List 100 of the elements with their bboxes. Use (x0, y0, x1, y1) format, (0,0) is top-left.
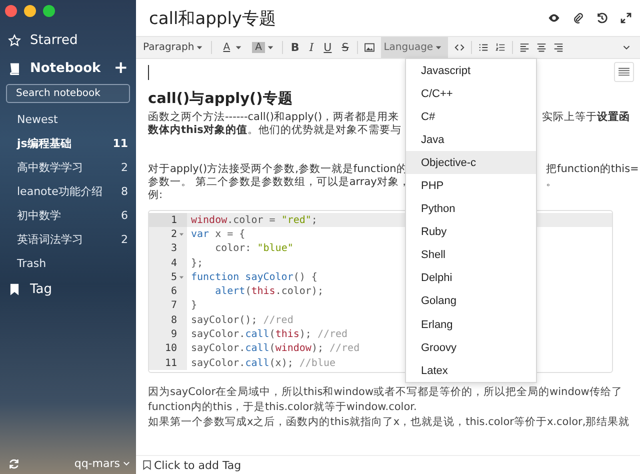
notebook-count: 2 (121, 160, 128, 174)
format-dropdown[interactable]: Paragraph (141, 37, 206, 58)
trash-link[interactable]: Trash (0, 251, 136, 275)
image-icon[interactable] (364, 42, 375, 53)
language-option[interactable]: C# (406, 105, 536, 128)
caret-icon (266, 44, 274, 51)
language-option[interactable]: Erlang (406, 313, 536, 336)
search-field[interactable]: Search notebook (6, 84, 130, 103)
paragraph-text: 。 (546, 176, 557, 189)
eye-icon[interactable] (548, 12, 560, 24)
minimize-button[interactable] (24, 5, 36, 17)
fullscreen-icon[interactable] (620, 12, 632, 24)
paragraph-text: 数体内this对象的值。他们的优势就是对象不需要与 (148, 124, 402, 137)
notebook-name: js编程基础 (17, 136, 72, 150)
language-option[interactable]: Latex (406, 359, 536, 382)
language-option[interactable]: Ruby (406, 220, 536, 244)
code-text: }; (190, 258, 204, 269)
notebook-count: 11 (112, 136, 128, 150)
code-text: window.color = "red"; (190, 214, 318, 226)
language-option[interactable]: Python (406, 198, 536, 221)
fold-icon[interactable] (178, 274, 184, 280)
maximize-button[interactable] (43, 5, 55, 17)
caret-icon (435, 44, 442, 51)
code-text: sayColor.call(this); //red (190, 329, 348, 340)
language-option[interactable]: Golang (406, 290, 536, 314)
notebook-count: 2 (121, 232, 128, 246)
align-right-icon[interactable] (553, 42, 564, 53)
notebook-name: 英语词法学习 (17, 232, 83, 246)
content-heading: call()与apply()专题 (148, 90, 293, 108)
paragraph-text: 把function的this= (546, 163, 639, 176)
language-option[interactable]: C/C++ (406, 82, 536, 106)
paragraph-text: 函数之两个方法------call()和apply()，两者都是用来 (148, 111, 400, 124)
notebook-name: 高中数学学习 (17, 160, 83, 174)
italic-button[interactable]: I (307, 37, 316, 58)
notebook-count: 6 (121, 208, 128, 222)
caret-icon (196, 44, 204, 51)
star-icon (8, 34, 21, 46)
numbered-list-icon[interactable] (495, 42, 506, 53)
note-title[interactable]: call和apply专题 (149, 6, 536, 30)
highlight-color-button[interactable]: A (250, 37, 276, 58)
paragraph-text: 例: (148, 189, 164, 202)
text-color-button[interactable]: A (218, 37, 244, 58)
code-icon[interactable] (454, 42, 466, 53)
code-text: var x = { (190, 228, 246, 240)
code-text: alert(this.color); (214, 286, 324, 298)
bullet-list-icon[interactable] (478, 42, 490, 53)
align-center-icon[interactable] (536, 42, 548, 53)
notebook-item[interactable]: 高中数学学习 2 (0, 155, 136, 179)
align-left-icon[interactable] (519, 42, 530, 53)
notebook-item[interactable]: js编程基础 11 (0, 131, 136, 155)
line-number: 9 (170, 329, 177, 340)
language-option[interactable]: Shell (406, 244, 536, 267)
paragraph-text: 实际上等于设置函 (542, 111, 630, 124)
line-number: 6 (170, 286, 177, 298)
caret-icon (235, 44, 242, 51)
line-number: 5 (170, 272, 177, 283)
paragraph-text: 参数一。 第二个参数是参数数组，可以是array对象， (148, 176, 406, 189)
notebook-name: 初中数学 (17, 208, 61, 222)
strikethrough-button[interactable]: S (340, 37, 351, 58)
code-text: sayColor.call(window); //red (190, 343, 360, 354)
line-number: 8 (170, 314, 177, 326)
notebook-item[interactable]: 初中数学 6 (0, 203, 136, 227)
caret-icon (123, 460, 130, 467)
line-number: 3 (170, 243, 177, 254)
language-option[interactable]: Groovy (406, 336, 536, 360)
line-number: 11 (164, 358, 177, 369)
history-icon[interactable] (596, 12, 608, 24)
language-option[interactable]: Javascript (406, 59, 536, 82)
code-text: sayColor.call(x); //blue (190, 358, 336, 369)
tag-icon (142, 460, 152, 470)
format-dropdown[interactable]: Language (380, 37, 448, 58)
paperclip-icon[interactable] (572, 12, 584, 24)
sync-icon[interactable] (8, 458, 20, 470)
menu-icon[interactable] (614, 62, 634, 82)
book-icon (8, 62, 21, 74)
code-text: function sayColor() { (190, 272, 318, 283)
code-text: sayColor(); //red (190, 314, 294, 326)
notebook-name: leanote功能介绍 (17, 184, 102, 198)
notebook-item[interactable]: leanote功能介绍 8 (0, 179, 136, 203)
line-number: 4 (170, 258, 177, 269)
notebook-count: 8 (121, 184, 128, 198)
language-option[interactable]: Java (406, 128, 536, 152)
notebook-heading[interactable]: Notebook (30, 60, 101, 76)
add-notebook-button[interactable]: + (114, 60, 128, 76)
bold-button[interactable]: B (288, 37, 302, 58)
user-menu[interactable]: qq-mars (74, 457, 130, 470)
language-option[interactable]: Delphi (406, 266, 536, 290)
code-text: color: "blue" (214, 243, 294, 254)
close-button[interactable] (5, 5, 17, 17)
paragraph-text: 因为sayColor在全局域中，所以this和window或者不写都是等价的，所以把全局的window传给了function内的this，于是this.color就等于window.color. (148, 385, 624, 416)
starred-link[interactable]: Starred (30, 32, 78, 48)
tag-link[interactable]: Tag (30, 282, 52, 296)
newest-link[interactable]: Newest (0, 107, 136, 131)
language-option[interactable]: Objective-c (406, 151, 536, 174)
bookmark-icon (8, 282, 21, 296)
notebook-item[interactable]: 英语词法学习 2 (0, 227, 136, 251)
fold-icon[interactable] (178, 232, 184, 237)
line-number: 1 (170, 214, 177, 226)
language-option[interactable]: PHP (406, 174, 536, 198)
underline-button[interactable]: U (322, 37, 334, 58)
